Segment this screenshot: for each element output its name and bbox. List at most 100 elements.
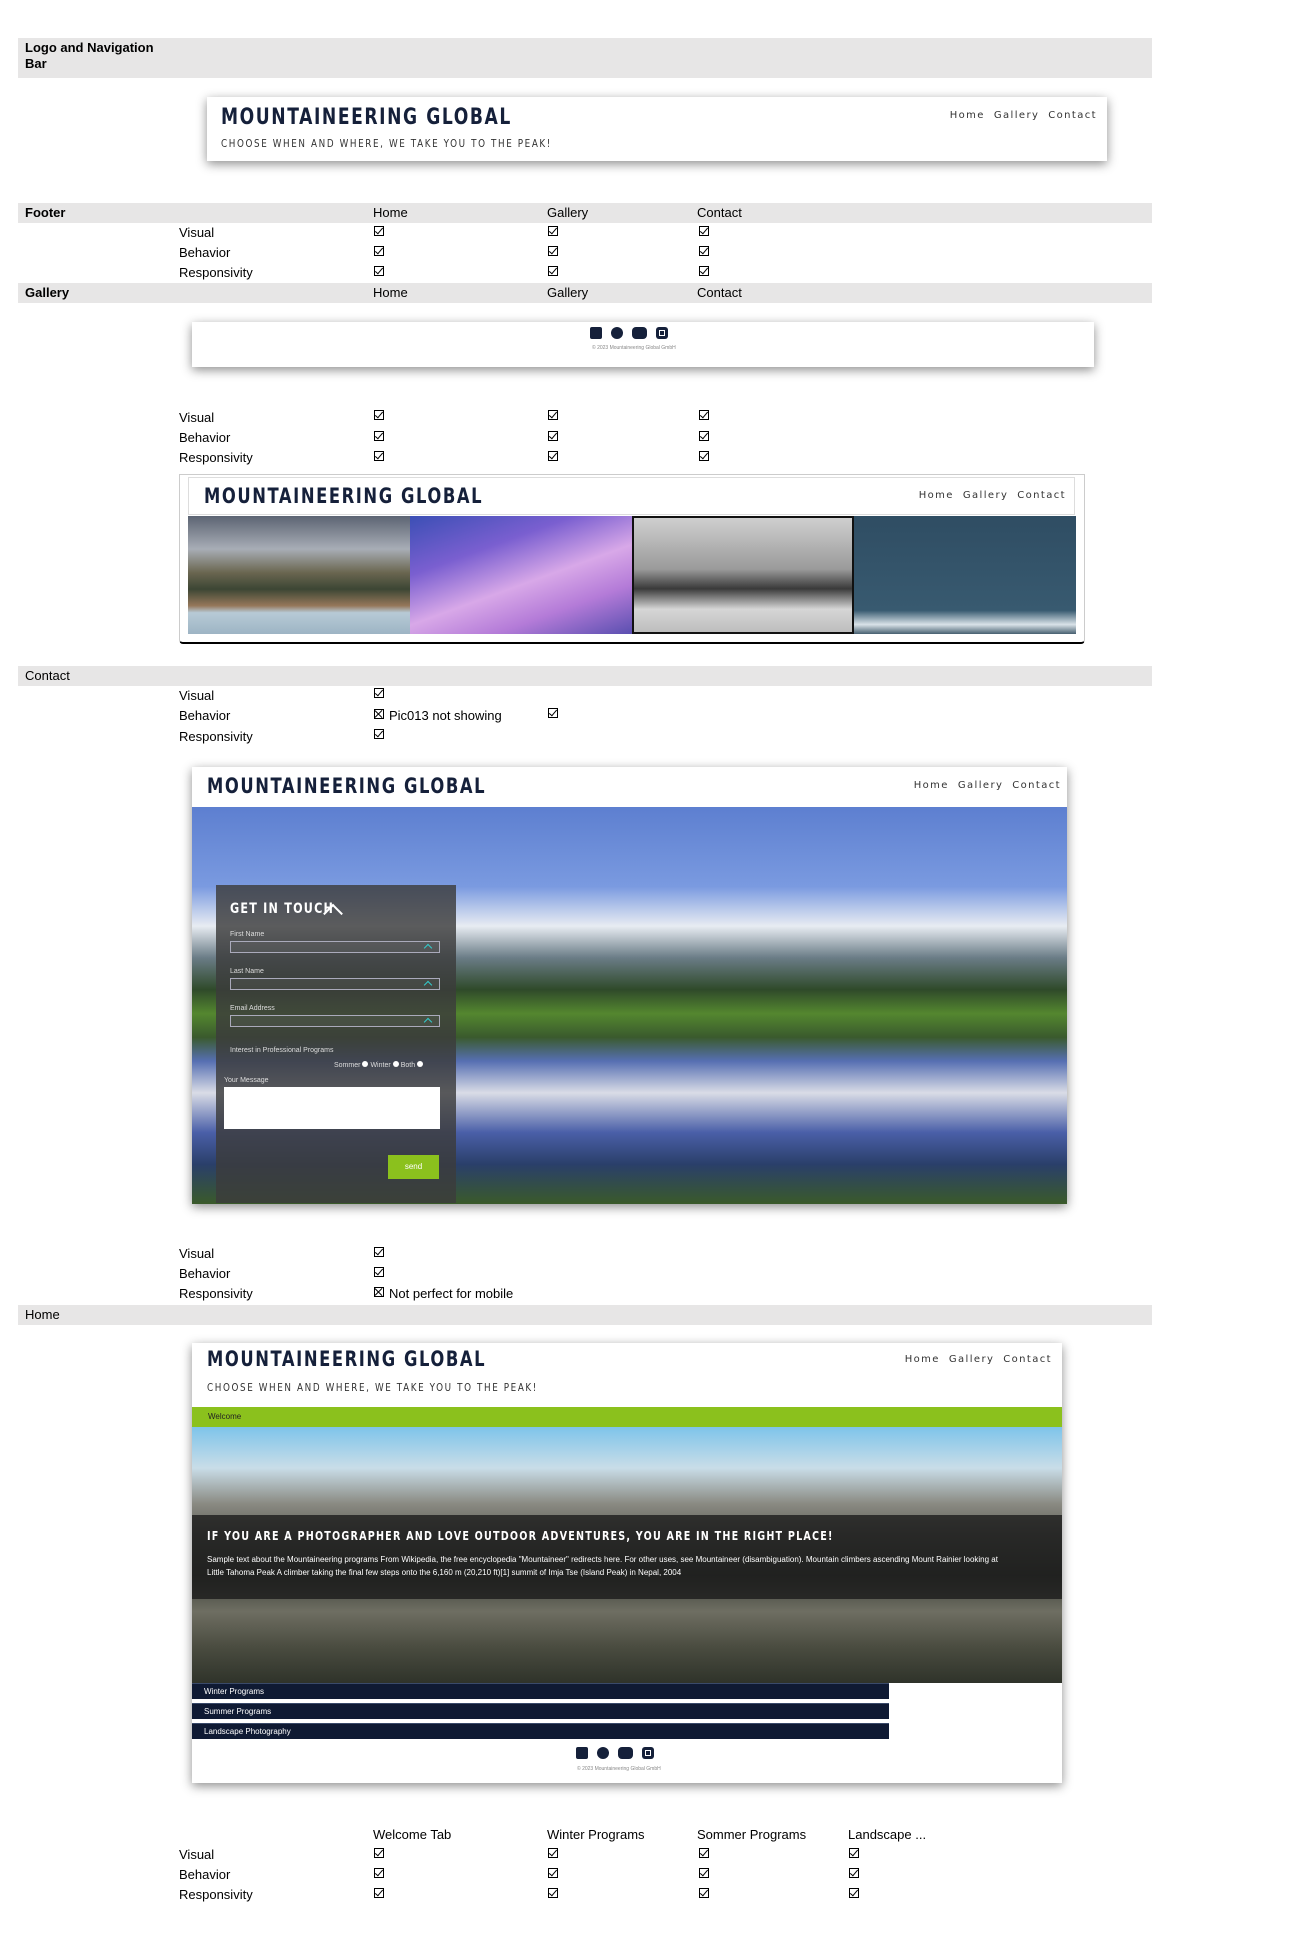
row-responsivity: Responsivity	[179, 1286, 253, 1301]
form-title: GET IN TOUCH	[230, 901, 335, 917]
twitter-icon[interactable]	[611, 327, 623, 339]
instagram-icon[interactable]	[642, 1747, 654, 1759]
screenshot-header: MOUNTAINEERING GLOBAL CHOOSE WHEN AND WH…	[207, 97, 1107, 161]
nav-gallery[interactable]: Gallery	[963, 490, 1008, 501]
send-button[interactable]: send	[388, 1155, 439, 1179]
checkbox-checked	[374, 266, 384, 276]
nav-home[interactable]: Home	[950, 110, 985, 121]
menu-landscape-photography[interactable]: Landscape Photography	[192, 1723, 889, 1739]
row-responsivity: Responsivity	[179, 450, 253, 465]
nav-gallery[interactable]: Gallery	[949, 1354, 994, 1365]
gallery-image[interactable]	[632, 516, 854, 634]
checkbox-checked	[699, 451, 709, 461]
checkbox-checked	[548, 431, 558, 441]
radio-both[interactable]	[417, 1061, 424, 1067]
site-nav: Home Gallery Contact	[941, 110, 1097, 121]
checkbox-checked	[548, 1848, 558, 1858]
social-icons	[590, 327, 668, 339]
nav-contact[interactable]: Contact	[1017, 490, 1066, 501]
facebook-icon[interactable]	[590, 327, 602, 339]
checkbox-checked	[699, 431, 709, 441]
option-sommer[interactable]: Sommer	[334, 1062, 360, 1069]
checkbox-checked	[374, 1848, 384, 1858]
checkbox-checked	[849, 1848, 859, 1858]
checkbox-checked	[699, 410, 709, 420]
site-brand: MOUNTAINEERING GLOBAL	[221, 105, 512, 130]
row-behavior: Behavior	[179, 1266, 231, 1281]
checkbox-checked	[548, 1868, 558, 1878]
row-visual: Visual	[179, 225, 215, 240]
screenshot-gallery: MOUNTAINEERING GLOBAL Home Gallery Contact	[179, 474, 1085, 644]
tab-welcome[interactable]: Welcome	[192, 1407, 1062, 1427]
checkbox-checked	[699, 226, 709, 236]
checkbox-checked	[699, 266, 709, 276]
radio-winter[interactable]	[392, 1061, 399, 1067]
site-tagline: CHOOSE WHEN AND WHERE, WE TAKE YOU TO TH…	[221, 137, 552, 150]
youtube-icon[interactable]	[618, 1747, 633, 1759]
gallery-image[interactable]	[410, 516, 632, 634]
row-behavior: Behavior	[179, 245, 231, 260]
col-contact: Contact	[697, 205, 742, 220]
section-title-logo-nav: Logo and Navigation Bar	[25, 40, 154, 71]
instagram-icon[interactable]	[656, 327, 668, 339]
site-nav: Home Gallery Contact	[896, 1354, 1052, 1365]
gallery-image[interactable]	[854, 516, 1076, 634]
row-visual: Visual	[179, 410, 215, 425]
site-tagline: CHOOSE WHEN AND WHERE, WE TAKE YOU TO TH…	[207, 1381, 538, 1394]
site-brand: MOUNTAINEERING GLOBAL	[207, 1347, 487, 1371]
checkbox-checked	[374, 688, 384, 698]
facebook-icon[interactable]	[576, 1747, 588, 1759]
col-gallery: Gallery	[547, 285, 589, 300]
youtube-icon[interactable]	[632, 327, 647, 339]
checkbox-failed	[374, 1287, 384, 1297]
checkbox-checked	[374, 431, 384, 441]
col-landscape: Landscape ...	[848, 1827, 927, 1842]
option-winter[interactable]: Winter	[370, 1062, 390, 1069]
last-name-input[interactable]	[230, 978, 440, 990]
label-email: Email Address	[230, 1005, 275, 1012]
checkbox-checked	[374, 226, 384, 236]
row-behavior: Behavior	[179, 1867, 231, 1882]
screenshot-footer: © 2023 Mountaineering Global GmbH	[192, 322, 1094, 367]
nav-contact[interactable]: Contact	[1003, 1354, 1052, 1365]
site-brand: MOUNTAINEERING GLOBAL	[204, 484, 484, 508]
checkbox-checked	[374, 1868, 384, 1878]
radio-sommer[interactable]	[362, 1061, 369, 1067]
checkbox-checked	[699, 1888, 709, 1898]
copyright: © 2023 Mountaineering Global GmbH	[592, 345, 676, 351]
row-visual: Visual	[179, 1246, 215, 1261]
first-name-input[interactable]	[230, 941, 440, 953]
nav-contact[interactable]: Contact	[1048, 110, 1097, 121]
nav-home[interactable]: Home	[919, 490, 954, 501]
email-input[interactable]	[230, 1015, 440, 1027]
section-title-contact: Contact	[25, 668, 70, 683]
col-contact: Contact	[697, 285, 742, 300]
option-both[interactable]: Both	[401, 1062, 415, 1069]
nav-home[interactable]: Home	[905, 1354, 940, 1365]
checkbox-checked	[374, 246, 384, 256]
gallery-image[interactable]	[188, 516, 410, 634]
checkbox-failed	[374, 709, 384, 719]
message-textarea[interactable]	[224, 1087, 440, 1129]
hero-body: Sample text about the Mountaineering pro…	[207, 1555, 998, 1577]
nav-gallery[interactable]: Gallery	[994, 110, 1039, 121]
twitter-icon[interactable]	[597, 1747, 609, 1759]
screenshot-home: MOUNTAINEERING GLOBAL CHOOSE WHEN AND WH…	[192, 1343, 1062, 1783]
row-visual: Visual	[179, 1847, 215, 1862]
label-message: Your Message	[224, 1077, 269, 1084]
checkbox-checked	[374, 410, 384, 420]
row-behavior: Behavior	[179, 430, 231, 445]
nav-home[interactable]: Home	[914, 780, 949, 791]
nav-gallery[interactable]: Gallery	[958, 780, 1003, 791]
col-sommer-programs: Sommer Programs	[697, 1827, 807, 1842]
menu-winter-programs[interactable]: Winter Programs	[192, 1683, 889, 1699]
checkbox-checked	[374, 729, 384, 739]
nav-contact[interactable]: Contact	[1012, 780, 1061, 791]
checkbox-checked	[548, 246, 558, 256]
contact-header: MOUNTAINEERING GLOBAL Home Gallery Contact	[192, 767, 1067, 807]
section-title-footer: Footer	[25, 205, 66, 220]
social-icons	[576, 1747, 654, 1759]
menu-summer-programs[interactable]: Summer Programs	[192, 1703, 889, 1719]
copyright: © 2023 Mountaineering Global GmbH	[577, 1766, 661, 1772]
row-responsivity: Responsivity	[179, 1887, 253, 1902]
